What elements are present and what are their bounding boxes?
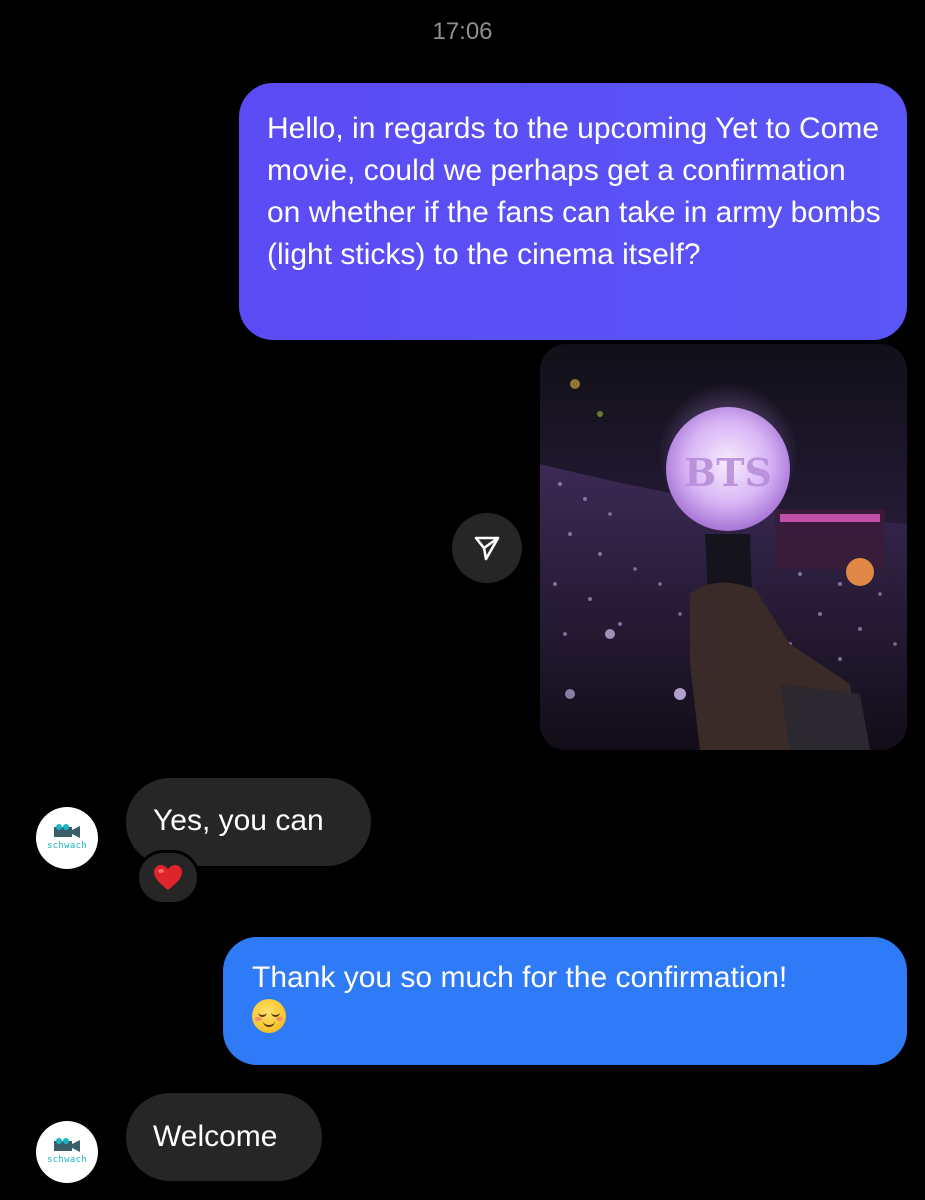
avatar-logo-text: schwach	[46, 1155, 88, 1165]
outgoing-message-text: Thank you so much for the confirmation!	[252, 961, 788, 994]
incoming-message-text: Welcome	[153, 1120, 278, 1153]
share-button[interactable]	[452, 513, 522, 583]
attached-photo[interactable]: BTS	[540, 344, 907, 750]
sender-avatar[interactable]: schwach	[36, 807, 98, 869]
photo-lightstick-text: BTS	[684, 450, 772, 495]
outgoing-message-bubble[interactable]: Thank you so much for the confirmation!	[223, 937, 907, 1065]
sender-avatar[interactable]: schwach	[36, 1121, 98, 1183]
outgoing-message-text: Hello, in regards to the upcoming Yet to…	[267, 112, 881, 271]
avatar-logo-text: schwach	[46, 841, 88, 851]
camera-logo-icon	[54, 1138, 80, 1152]
heart-emoji-icon	[154, 865, 182, 890]
outgoing-message-bubble[interactable]: Hello, in regards to the upcoming Yet to…	[239, 83, 907, 340]
camera-logo-icon	[54, 824, 80, 838]
incoming-message-bubble[interactable]: Welcome	[126, 1093, 322, 1181]
incoming-message-text: Yes, you can	[153, 804, 324, 837]
message-reaction[interactable]	[136, 850, 200, 905]
smiling-face-emoji-icon	[252, 999, 286, 1033]
message-timestamp: 17:06	[432, 18, 493, 45]
paper-plane-icon	[474, 536, 500, 561]
